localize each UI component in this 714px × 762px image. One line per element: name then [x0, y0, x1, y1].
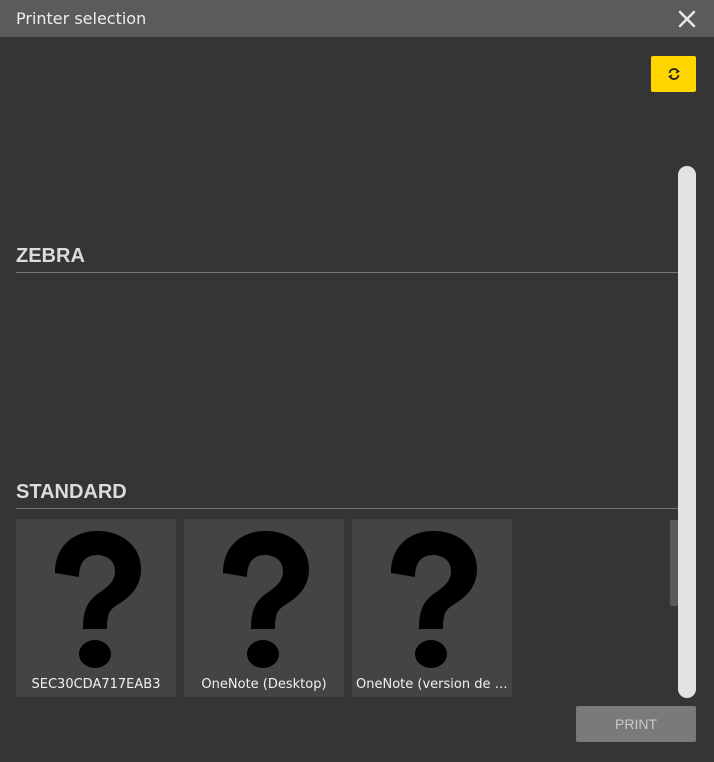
vertical-scrollbar[interactable] — [678, 166, 696, 698]
printer-name: SEC30CDA717EAB3 — [31, 677, 161, 692]
printer-card[interactable]: OneNote (Desktop) — [184, 519, 344, 697]
print-button[interactable]: PRINT — [576, 706, 696, 742]
close-button[interactable] — [674, 6, 700, 32]
question-mark-icon — [55, 531, 141, 668]
question-mark-icon — [223, 531, 309, 668]
question-mark-icon — [391, 531, 477, 668]
title-bar: Printer selection — [0, 0, 714, 37]
refresh-icon — [667, 68, 680, 80]
section-title-standard: STANDARD — [16, 481, 678, 509]
printer-name: OneNote (Desktop) — [201, 677, 327, 692]
printer-list-scrollbar[interactable] — [670, 520, 678, 606]
printer-card[interactable]: OneNote (version de b... — [352, 519, 512, 697]
dialog-title: Printer selection — [16, 9, 147, 28]
printer-card[interactable]: SEC30CDA717EAB3 — [16, 519, 176, 697]
close-icon — [678, 10, 696, 28]
printer-name: OneNote (version de b... — [356, 677, 508, 692]
section-title-zebra: ZEBRA — [16, 245, 678, 273]
refresh-button[interactable] — [651, 56, 696, 92]
